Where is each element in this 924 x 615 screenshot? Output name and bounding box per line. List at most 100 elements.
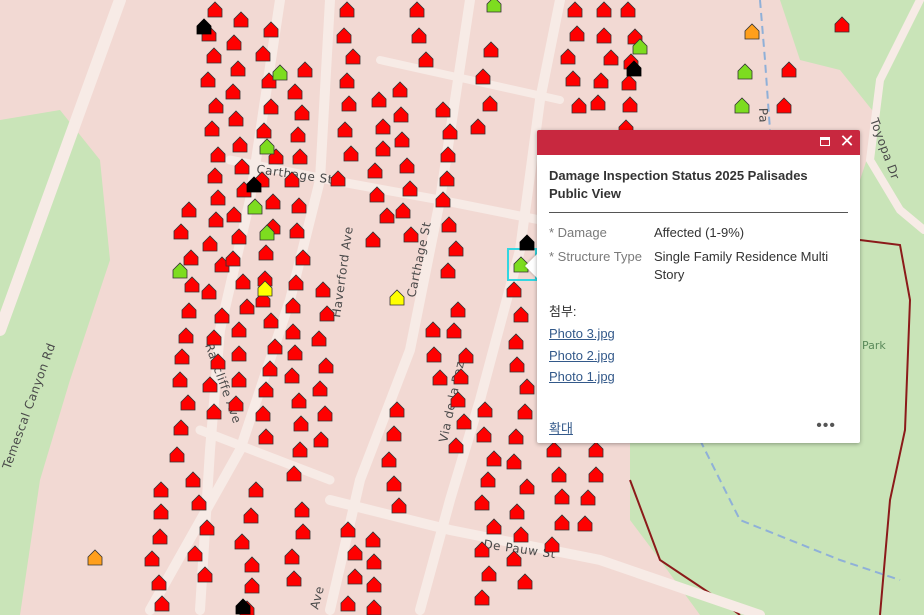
house-marker[interactable] xyxy=(470,118,486,135)
house-marker[interactable] xyxy=(474,494,490,511)
house-marker[interactable] xyxy=(173,223,189,240)
map-view[interactable]: Carthage St Haverford Ave Carthage St Ra… xyxy=(0,0,924,615)
house-marker[interactable] xyxy=(508,428,524,445)
house-marker[interactable] xyxy=(290,126,306,143)
house-marker[interactable] xyxy=(183,249,199,266)
house-marker[interactable] xyxy=(315,281,331,298)
house-marker[interactable] xyxy=(244,556,260,573)
house-marker[interactable] xyxy=(620,1,636,18)
house-marker[interactable] xyxy=(235,273,251,290)
house-marker[interactable] xyxy=(207,167,223,184)
house-marker[interactable] xyxy=(567,1,583,18)
house-marker[interactable] xyxy=(345,48,361,65)
house-marker[interactable] xyxy=(456,413,472,430)
house-marker[interactable] xyxy=(312,380,328,397)
house-marker[interactable] xyxy=(389,289,405,306)
house-marker[interactable] xyxy=(294,104,310,121)
house-marker[interactable] xyxy=(284,367,300,384)
house-marker[interactable] xyxy=(554,514,570,531)
house-marker[interactable] xyxy=(569,25,585,42)
house-marker[interactable] xyxy=(593,72,609,89)
house-marker[interactable] xyxy=(180,394,196,411)
house-marker[interactable] xyxy=(446,322,462,339)
house-marker[interactable] xyxy=(565,70,581,87)
house-marker[interactable] xyxy=(425,321,441,338)
house-marker[interactable] xyxy=(343,145,359,162)
house-marker[interactable] xyxy=(603,49,619,66)
attachment-link[interactable]: Photo 2.jpg xyxy=(549,345,848,367)
house-marker[interactable] xyxy=(367,162,383,179)
house-marker[interactable] xyxy=(185,471,201,488)
house-marker[interactable] xyxy=(181,302,197,319)
house-marker[interactable] xyxy=(458,347,474,364)
house-marker[interactable] xyxy=(244,577,260,594)
house-marker[interactable] xyxy=(208,211,224,228)
house-marker[interactable] xyxy=(204,120,220,137)
attachment-link[interactable]: Photo 3.jpg xyxy=(549,323,848,345)
house-marker[interactable] xyxy=(153,481,169,498)
house-marker[interactable] xyxy=(297,61,313,78)
house-marker[interactable] xyxy=(284,548,300,565)
house-marker[interactable] xyxy=(392,81,408,98)
house-marker[interactable] xyxy=(737,63,753,80)
house-marker[interactable] xyxy=(235,598,251,615)
maximize-button[interactable] xyxy=(816,133,834,151)
house-marker[interactable] xyxy=(386,475,402,492)
house-marker[interactable] xyxy=(551,466,567,483)
house-marker[interactable] xyxy=(206,47,222,64)
house-marker[interactable] xyxy=(744,23,760,40)
house-marker[interactable] xyxy=(152,528,168,545)
house-marker[interactable] xyxy=(403,226,419,243)
attachment-link[interactable]: Photo 1.jpg xyxy=(549,366,848,388)
house-marker[interactable] xyxy=(291,392,307,409)
house-marker[interactable] xyxy=(208,97,224,114)
house-marker[interactable] xyxy=(486,0,502,13)
house-marker[interactable] xyxy=(393,106,409,123)
house-marker[interactable] xyxy=(318,357,334,374)
house-marker[interactable] xyxy=(207,1,223,18)
house-marker[interactable] xyxy=(580,489,596,506)
house-marker[interactable] xyxy=(441,216,457,233)
house-marker[interactable] xyxy=(546,441,562,458)
house-marker[interactable] xyxy=(341,95,357,112)
house-marker[interactable] xyxy=(475,68,491,85)
house-marker[interactable] xyxy=(571,97,587,114)
house-marker[interactable] xyxy=(292,441,308,458)
house-marker[interactable] xyxy=(734,97,750,114)
house-marker[interactable] xyxy=(621,74,637,91)
house-marker[interactable] xyxy=(476,426,492,443)
house-marker[interactable] xyxy=(375,118,391,135)
house-marker[interactable] xyxy=(231,371,247,388)
house-marker[interactable] xyxy=(239,298,255,315)
house-marker[interactable] xyxy=(483,41,499,58)
house-marker[interactable] xyxy=(336,27,352,44)
house-marker[interactable] xyxy=(292,148,308,165)
house-marker[interactable] xyxy=(450,301,466,318)
house-marker[interactable] xyxy=(317,405,333,422)
house-marker[interactable] xyxy=(196,18,212,35)
house-marker[interactable] xyxy=(234,533,250,550)
house-marker[interactable] xyxy=(210,189,226,206)
house-marker[interactable] xyxy=(394,131,410,148)
house-marker[interactable] xyxy=(230,60,246,77)
house-marker[interactable] xyxy=(486,518,502,535)
house-marker[interactable] xyxy=(365,231,381,248)
house-marker[interactable] xyxy=(519,378,535,395)
house-marker[interactable] xyxy=(375,140,391,157)
house-marker[interactable] xyxy=(339,1,355,18)
house-marker[interactable] xyxy=(366,576,382,593)
house-marker[interactable] xyxy=(347,544,363,561)
house-marker[interactable] xyxy=(210,146,226,163)
house-marker[interactable] xyxy=(371,91,387,108)
house-marker[interactable] xyxy=(233,11,249,28)
house-marker[interactable] xyxy=(172,371,188,388)
house-marker[interactable] xyxy=(293,415,309,432)
house-marker[interactable] xyxy=(243,507,259,524)
house-marker[interactable] xyxy=(486,450,502,467)
house-marker[interactable] xyxy=(144,550,160,567)
house-marker[interactable] xyxy=(622,96,638,113)
house-marker[interactable] xyxy=(776,97,792,114)
house-marker[interactable] xyxy=(391,497,407,514)
house-marker[interactable] xyxy=(287,83,303,100)
house-marker[interactable] xyxy=(554,488,570,505)
